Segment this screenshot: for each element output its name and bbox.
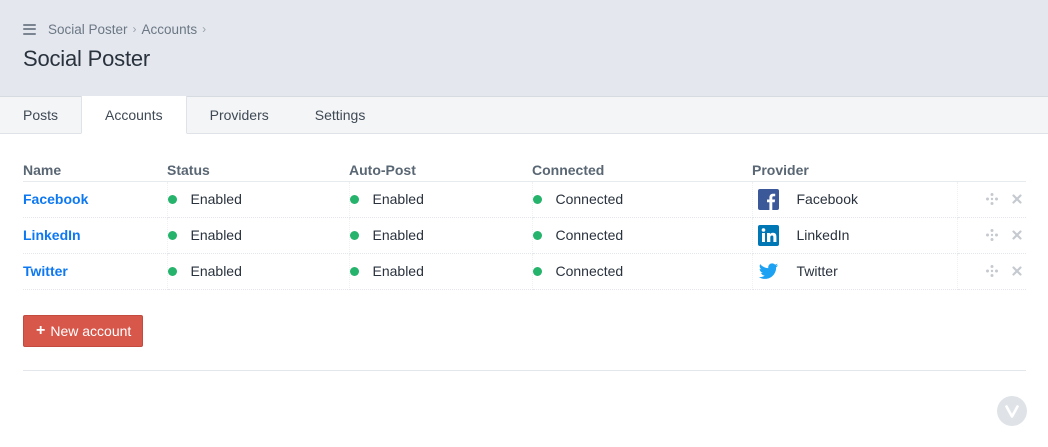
- facebook-icon: [757, 188, 779, 210]
- connected-text: Connected: [555, 191, 624, 207]
- provider-cell: Twitter: [752, 253, 958, 290]
- provider-cell: Facebook: [752, 181, 958, 218]
- page-header: Social Poster › Accounts › Social Poster: [0, 0, 1048, 97]
- status-cell: Enabled: [167, 217, 350, 254]
- connected-cell: Connected: [532, 181, 753, 218]
- drag-handle-icon[interactable]: [985, 192, 999, 206]
- accounts-table: Name Status Auto-Post Connected Provider…: [23, 159, 1026, 290]
- status-dot-icon: [167, 266, 177, 276]
- connected-text: Connected: [555, 263, 624, 279]
- status-dot-icon: [349, 230, 359, 240]
- column-header-connected[interactable]: Connected: [532, 159, 752, 182]
- column-header-provider[interactable]: Provider: [752, 159, 957, 182]
- status-cell: Enabled: [167, 181, 350, 218]
- autopost-text: Enabled: [372, 227, 424, 243]
- provider-cell: LinkedIn: [752, 217, 958, 254]
- tab-settings[interactable]: Settings: [292, 97, 389, 134]
- linkedin-icon: [757, 224, 779, 246]
- tab-posts[interactable]: Posts: [0, 97, 81, 134]
- autopost-text: Enabled: [372, 191, 424, 207]
- divider: [23, 369, 1026, 371]
- table-row[interactable]: Twitter Enabled Enabled Connected Twitte…: [23, 253, 1026, 290]
- provider-name: LinkedIn: [796, 227, 850, 243]
- status-dot-icon: [532, 266, 542, 276]
- plus-icon: +: [36, 321, 46, 339]
- breadcrumb-item-accounts[interactable]: Accounts: [142, 22, 198, 37]
- drag-handle-icon[interactable]: [985, 228, 999, 242]
- status-cell: Enabled: [167, 253, 350, 290]
- v-logo-badge[interactable]: [997, 396, 1027, 426]
- autopost-text: Enabled: [372, 263, 424, 279]
- hamburger-menu-icon[interactable]: [23, 23, 36, 35]
- delete-icon[interactable]: [1010, 192, 1024, 206]
- status-dot-icon: [532, 230, 542, 240]
- breadcrumb: Social Poster › Accounts ›: [23, 0, 1025, 37]
- breadcrumb-separator: ›: [202, 22, 207, 36]
- status-dot-icon: [167, 194, 177, 204]
- twitter-icon: [758, 261, 779, 282]
- account-name-link[interactable]: LinkedIn: [23, 227, 81, 243]
- v-letter-icon: [1005, 404, 1019, 418]
- status-text: Enabled: [190, 263, 242, 279]
- status-text: Enabled: [190, 227, 242, 243]
- table-row[interactable]: LinkedIn Enabled Enabled Connected Linke…: [23, 217, 1026, 254]
- row-actions-cell: [957, 217, 1026, 254]
- status-dot-icon: [532, 194, 542, 204]
- tab-providers[interactable]: Providers: [187, 97, 292, 134]
- connected-cell: Connected: [532, 253, 753, 290]
- column-header-status[interactable]: Status: [167, 159, 349, 182]
- autopost-cell: Enabled: [349, 217, 533, 254]
- tab-bar: Posts Accounts Providers Settings: [0, 96, 1048, 134]
- new-account-label: New account: [50, 322, 132, 339]
- new-account-button[interactable]: + New account: [23, 314, 144, 347]
- drag-handle-icon[interactable]: [985, 264, 999, 278]
- account-name-cell: LinkedIn: [23, 217, 168, 254]
- column-header-auto-post[interactable]: Auto-Post: [349, 159, 532, 182]
- account-name-link[interactable]: Twitter: [23, 263, 68, 279]
- status-dot-icon: [349, 194, 359, 204]
- table-header-row: Name Status Auto-Post Connected Provider: [23, 159, 1026, 182]
- autopost-cell: Enabled: [349, 181, 533, 218]
- breadcrumb-separator: ›: [132, 22, 137, 36]
- table-row[interactable]: Facebook Enabled Enabled Connected Faceb…: [23, 181, 1026, 218]
- connected-cell: Connected: [532, 217, 753, 254]
- delete-icon[interactable]: [1010, 228, 1024, 242]
- column-header-actions: [957, 159, 1026, 182]
- account-name-cell: Twitter: [23, 253, 168, 290]
- status-dot-icon: [349, 266, 359, 276]
- breadcrumb-item-social-poster[interactable]: Social Poster: [48, 22, 128, 37]
- status-text: Enabled: [190, 191, 242, 207]
- page-title: Social Poster: [23, 46, 151, 71]
- row-actions-cell: [957, 181, 1026, 218]
- status-dot-icon: [167, 230, 177, 240]
- row-actions-cell: [957, 253, 1026, 290]
- account-name-link[interactable]: Facebook: [23, 191, 88, 207]
- provider-name: Twitter: [796, 263, 838, 279]
- provider-name: Facebook: [796, 191, 858, 207]
- autopost-cell: Enabled: [349, 253, 533, 290]
- tab-accounts[interactable]: Accounts: [81, 96, 187, 134]
- connected-text: Connected: [555, 227, 624, 243]
- column-header-name[interactable]: Name: [23, 159, 167, 182]
- main-content: Name Status Auto-Post Connected Provider…: [0, 159, 1048, 371]
- account-name-cell: Facebook: [23, 181, 168, 218]
- delete-icon[interactable]: [1010, 264, 1024, 278]
